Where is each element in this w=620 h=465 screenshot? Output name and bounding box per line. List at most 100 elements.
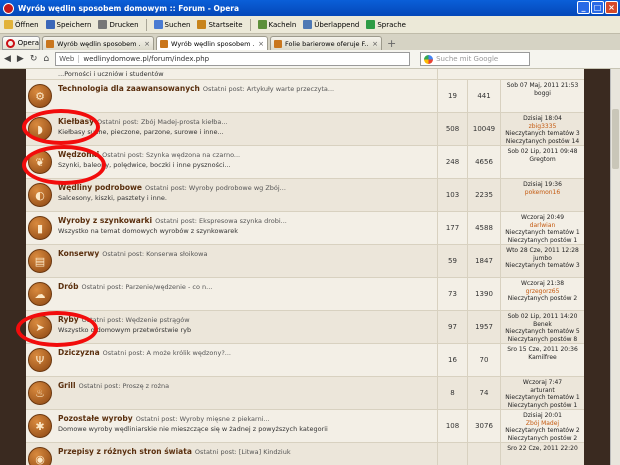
last-post-link[interactable]: Ekspresowa szynka drobi... xyxy=(199,217,287,225)
poultry-icon: ☁ xyxy=(28,282,52,306)
last-post-line[interactable]: Nieczytanych tematów 1 xyxy=(503,229,582,237)
last-post-line[interactable]: Nieczytanych postów 1 xyxy=(503,402,582,410)
last-post-line[interactable]: grzegorz65 xyxy=(503,288,582,296)
tab-label: Folie barierowe oferuje F... xyxy=(285,39,370,48)
last-post-link[interactable]: A może królik wędzony?... xyxy=(147,349,231,357)
toolbar-item-6[interactable]: Überlappend xyxy=(303,20,359,29)
browser-tab-2[interactable]: Folie barierowe oferuje F... × xyxy=(270,36,382,50)
toolbar-item-4[interactable]: Startseite xyxy=(197,20,243,29)
forum-row: ◗ Kiełbasy Ostatni post: Zbój Madej-prosta… xyxy=(26,113,584,146)
home-nav-icon[interactable]: ⌂ xyxy=(43,54,49,64)
last-post-link[interactable]: [Litwa] Kindziuk xyxy=(239,448,291,456)
posts-count: 3076 xyxy=(468,410,501,442)
back-icon[interactable]: ◀ xyxy=(4,54,11,64)
last-post-line[interactable]: Nieczytanych postów 2 xyxy=(503,295,582,303)
forum-name-link[interactable]: Dziczyzna xyxy=(58,348,100,357)
last-post-line[interactable]: Nieczytanych postów 14 xyxy=(503,138,582,146)
forum-name-link[interactable]: Kiełbasy xyxy=(58,117,94,126)
forum-name-link[interactable]: Konserwy xyxy=(58,249,99,258)
posts-count: 1957 xyxy=(468,311,501,343)
forum-name-link[interactable]: Wędliny podrobowe xyxy=(58,183,142,192)
last-post-line[interactable]: Nieczytanych tematów 1 xyxy=(503,394,582,402)
url-input[interactable]: Web wedlinydomowe.pl/forum/index.php xyxy=(55,52,411,66)
forum-name-link[interactable]: Wyroby z szynkowarki xyxy=(58,216,152,225)
forum-name-link[interactable]: Grill xyxy=(58,381,76,390)
opera-menu-button[interactable]: Opera xyxy=(2,36,40,50)
last-post-line[interactable]: Nieczytanych tematów 2 xyxy=(503,427,582,435)
last-post-line[interactable]: pokemon16 xyxy=(503,189,582,197)
last-post-line[interactable]: Nieczytanych tematów 3 xyxy=(503,130,582,138)
posts-count: 2235 xyxy=(468,179,501,211)
forum-row: ▮ Wyroby z szynkowarki Ostatni post: Ekspr… xyxy=(26,212,584,245)
forum-name-link[interactable]: Przepisy z różnych stron świata xyxy=(58,447,192,456)
last-post-cell: Wto 28 Cze, 2011 12:28 jumbo Nieczytanych … xyxy=(501,245,584,277)
last-post-cell: Wczoraj 7:47 arturant Nieczytanych tematów… xyxy=(501,377,584,409)
tab-bar: Opera Wyrób wędlin sposobem ... × Wyrób wę… xyxy=(0,34,620,50)
last-post-line[interactable]: Zbój Madej xyxy=(503,420,582,428)
last-post-line: arturant xyxy=(530,386,555,394)
forum-name-link[interactable]: Ryby xyxy=(58,315,79,324)
last-post-line: Dzisiaj 19:36 xyxy=(523,181,562,188)
web-badge: Web xyxy=(59,55,80,63)
forum-name-link[interactable]: Technologia dla zaawansowanych xyxy=(58,84,200,93)
google-icon xyxy=(424,54,434,64)
posts-count: 10049 xyxy=(468,113,501,145)
scrollbar-thumb[interactable] xyxy=(612,109,619,169)
last-post-link[interactable]: Proszę z rożna xyxy=(122,382,169,390)
last-post-line[interactable]: Nieczytanych tematów 3 xyxy=(503,262,582,270)
toolbar-item-1[interactable]: Speichern xyxy=(45,20,92,29)
browser-tab-0[interactable]: Wyrób wędlin sposobem ... × xyxy=(42,36,154,50)
last-post-link[interactable]: Szynka wędzona na czarno... xyxy=(146,151,240,159)
tab-close-icon[interactable]: × xyxy=(144,40,150,48)
forum-name-link[interactable]: Wędzonki xyxy=(58,150,99,159)
last-post-link[interactable]: Wędzenie pstrągów xyxy=(125,316,189,324)
reload-icon[interactable]: ↻ xyxy=(30,54,38,64)
toolbar-item-label: Überlappend xyxy=(314,20,360,29)
last-post-link[interactable]: Parzenie/wędzenie - co n... xyxy=(125,283,212,291)
toolbar-item-3[interactable]: Suchen xyxy=(153,20,191,29)
search-input[interactable]: Suche mit Google xyxy=(420,52,531,66)
close-button[interactable]: × xyxy=(605,1,618,14)
maximize-button[interactable]: □ xyxy=(591,1,604,14)
last-post-cell: Wczoraj 21:38 grzegorz65 Nieczytanych post… xyxy=(501,278,584,310)
new-tab-button[interactable]: + xyxy=(387,37,396,50)
last-post-info: Ostatni post: Proszę z rożna xyxy=(78,382,170,390)
home-icon xyxy=(197,20,207,29)
last-post-link[interactable]: Konserwa słoikowa xyxy=(146,250,207,258)
toolbar-item-label: Suchen xyxy=(164,20,191,29)
forum-name-link[interactable]: Pozostałe wyroby xyxy=(58,414,133,423)
tab-close-icon[interactable]: × xyxy=(372,40,378,48)
tab-close-icon[interactable]: × xyxy=(258,40,264,48)
toolbar-item-5[interactable]: Kacheln xyxy=(257,20,297,29)
last-post-link[interactable]: Wyroby mięsne z piekarni... xyxy=(180,415,270,423)
forward-icon[interactable]: ▶ xyxy=(17,54,24,64)
browser-tab-1[interactable]: Wyrób wędlin sposobem ... × xyxy=(156,36,268,50)
window-titlebar: Wyrób wędlin sposobem domowym :: Forum -… xyxy=(0,0,620,16)
last-post-link[interactable]: Artykuły warte przeczyta... xyxy=(247,85,334,93)
last-post-link[interactable]: Zbój Madej-prosta kiełba... xyxy=(141,118,228,126)
last-post-line[interactable]: darlwian xyxy=(503,222,582,230)
posts-count: 441 xyxy=(468,80,501,112)
last-post-link[interactable]: Wyroby podrobowe wg Zbój... xyxy=(189,184,286,192)
misc-icon: ✱ xyxy=(28,414,52,438)
toolbar-item-7[interactable]: Sprache xyxy=(366,20,406,29)
grill-icon: ♨ xyxy=(28,381,52,405)
toolbar-item-label: Öffnen xyxy=(15,20,39,29)
toolbar-item-label: Kacheln xyxy=(268,20,297,29)
last-post-line[interactable]: Nieczytanych postów 8 xyxy=(503,336,582,344)
last-post-cell: Dzisiaj 20:01 Zbój Madej Nieczytanych tema… xyxy=(501,410,584,442)
last-post-info: Ostatni post: Ekspresowa szynka drobi... xyxy=(155,217,287,225)
toolbar-item-2[interactable]: Drucken xyxy=(98,20,139,29)
toolbar-item-label: Speichern xyxy=(56,20,92,29)
fish-icon: ➤ xyxy=(28,315,52,339)
last-post-line[interactable]: Nieczytanych postów 1 xyxy=(503,237,582,245)
last-post-line[interactable]: Nieczytanych tematów 5 xyxy=(503,328,582,336)
minimize-button[interactable]: _ xyxy=(577,1,590,14)
forum-name-link[interactable]: Drób xyxy=(58,282,78,291)
posts-count: 1847 xyxy=(468,245,501,277)
last-post-line[interactable]: zbig3335 xyxy=(503,123,582,131)
last-post-line[interactable]: Nieczytanych postów 2 xyxy=(503,435,582,443)
toolbar-item-0[interactable]: Öffnen xyxy=(4,20,39,29)
globe-icon: ◉ xyxy=(28,447,52,465)
page-scrollbar[interactable] xyxy=(610,69,620,465)
